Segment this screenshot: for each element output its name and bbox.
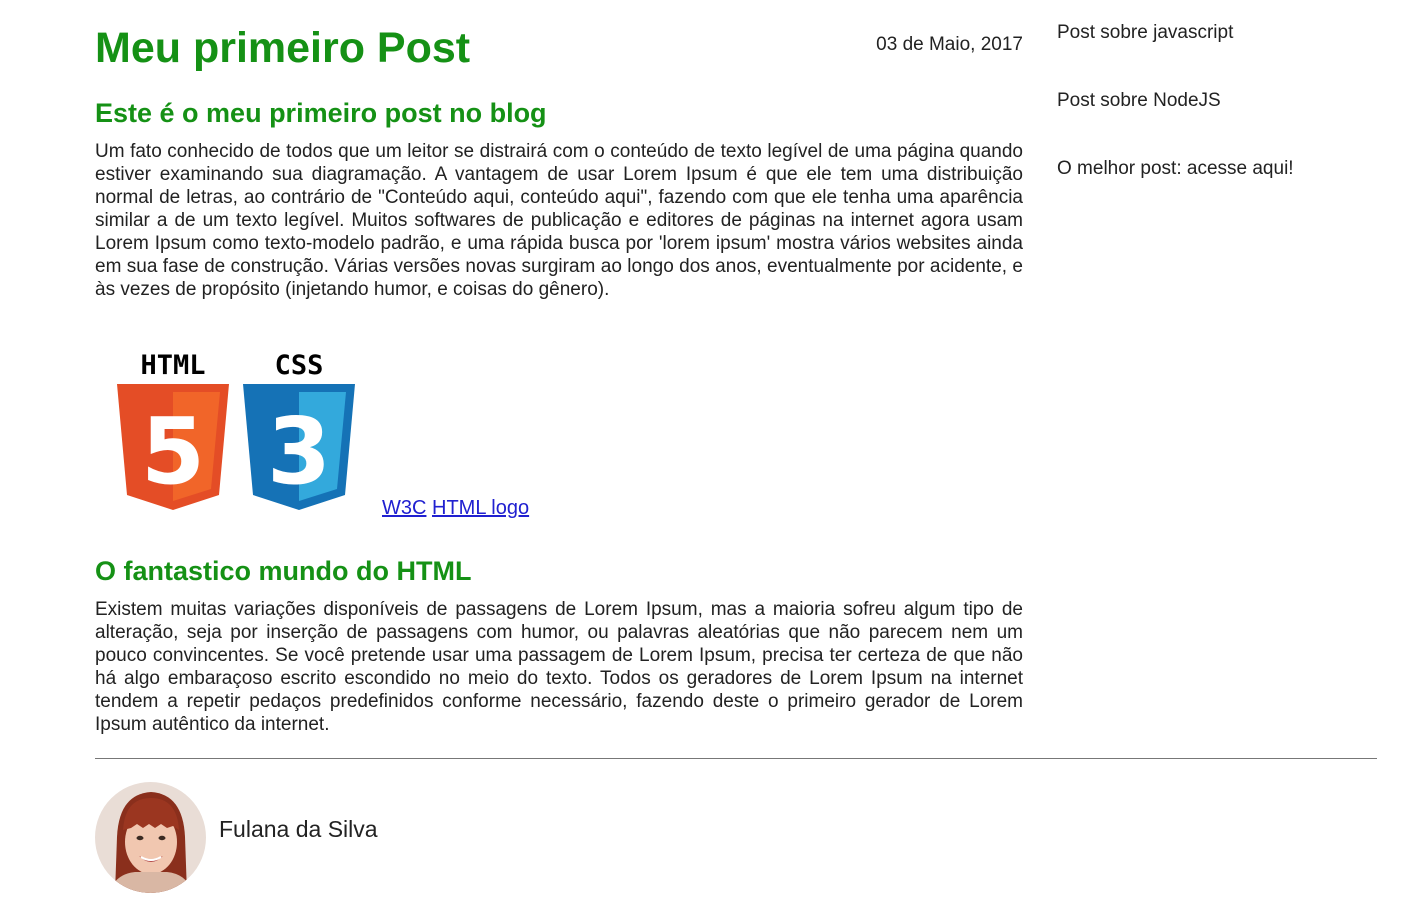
section-paragraph-html: Existem muitas variações disponíveis de … [95, 599, 1023, 735]
blog-page: Meu primeiro Post 03 de Maio, 2017 Este … [0, 0, 1428, 904]
html-logo-link[interactable]: HTML logo [432, 497, 529, 519]
html5-logo-icon: HTML 5 [115, 350, 231, 512]
footer-divider [95, 758, 1377, 759]
section-paragraph-first-post: Um fato conhecido de todos que um leitor… [95, 141, 1023, 300]
post-date: 03 de Maio, 2017 [876, 34, 1023, 55]
css3-logo-icon: CSS 3 [241, 350, 357, 512]
section-heading-html: O fantastico mundo do HTML [95, 556, 472, 586]
sidebar-item-nodejs[interactable]: Post sobre NodeJS [1057, 90, 1221, 112]
html-logo-number: 5 [141, 398, 205, 505]
author-avatar [95, 782, 206, 893]
logo-links: W3C HTML logo [382, 497, 529, 520]
sidebar-item-best-post[interactable]: O melhor post: acesse aqui! [1057, 158, 1294, 180]
html-logo-text: HTML [140, 350, 205, 381]
section-heading-first-post: Este é o meu primeiro post no blog [95, 98, 547, 128]
post-title: Meu primeiro Post [95, 24, 471, 72]
author-name: Fulana da Silva [219, 816, 378, 842]
css-logo-text: CSS [275, 350, 324, 381]
css-logo-number: 3 [267, 398, 331, 505]
sidebar-item-javascript[interactable]: Post sobre javascript [1057, 22, 1233, 44]
w3c-link[interactable]: W3C [382, 497, 426, 519]
